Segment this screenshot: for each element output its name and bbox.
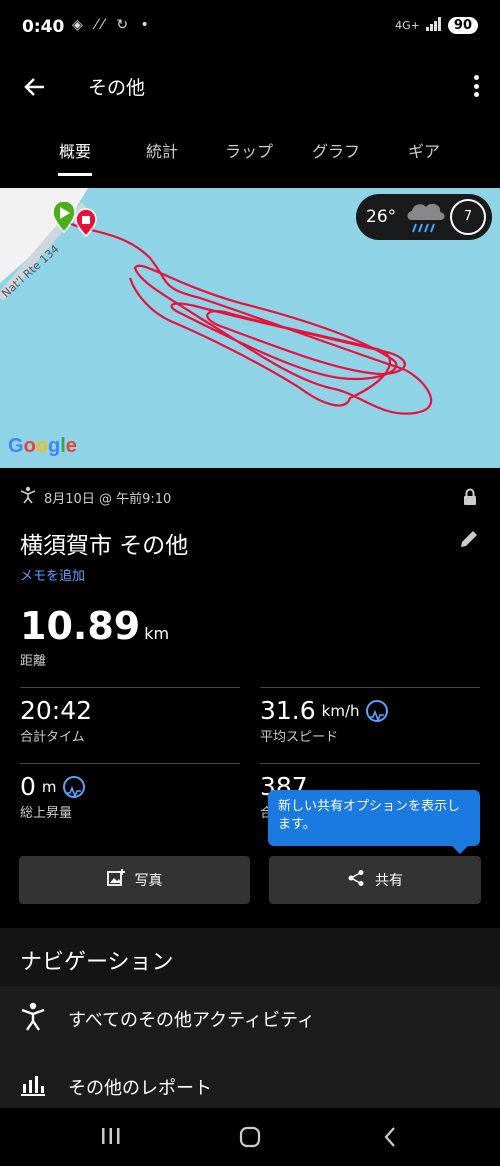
nav-item-label: すべてのその他アクティビティ: [68, 1010, 315, 1031]
share-tooltip[interactable]: 新しい共有オプションを表示します。: [268, 790, 480, 854]
back-icon[interactable]: [380, 1126, 402, 1152]
activity-figure-icon: [20, 486, 36, 508]
add-photo-icon: [106, 869, 125, 891]
add-memo-link[interactable]: メモを追加: [20, 565, 85, 584]
status-time: 0:40: [22, 17, 65, 37]
stat-value: 20:42: [20, 696, 93, 725]
stat-total-ascent: 0m 総上昇量: [20, 763, 240, 821]
photo-button[interactable]: 写真: [19, 856, 250, 904]
share-label: 共有: [375, 873, 403, 889]
weather-temp: 26°: [366, 207, 397, 227]
system-nav-bar: [0, 1108, 500, 1166]
share-button[interactable]: 共有: [269, 856, 481, 904]
stat-value: 0: [20, 772, 36, 801]
pulse-info-icon[interactable]: [365, 699, 388, 722]
bar-chart-icon: [20, 1074, 46, 1101]
stat-label: 合計タイム: [20, 730, 85, 745]
lock-icon[interactable]: [462, 488, 478, 510]
nav-item-all-activities[interactable]: すべてのその他アクティビティ: [0, 988, 500, 1050]
status-right: 4G+ 90: [395, 17, 478, 34]
tab-gear[interactable]: ギア: [386, 126, 462, 162]
distance-value: 10.89: [20, 604, 141, 648]
stat-total-time: 20:42 合計タイム: [20, 687, 240, 745]
photo-label: 写真: [134, 873, 163, 889]
navigation-header: ナビゲーション: [0, 928, 500, 986]
share-icon: [347, 869, 365, 891]
network-icon: 4G+: [395, 19, 420, 32]
status-bar: 0:40 ◈ ⁄⁄ ↻ • 4G+ 90: [0, 0, 500, 56]
tab-graphs[interactable]: グラフ: [298, 126, 374, 162]
activity-title: 横須賀市 その他: [20, 533, 189, 559]
stat-unit: km/h: [321, 701, 360, 720]
tab-bar: 概要 統計 ラップ グラフ ギア: [0, 126, 500, 178]
pulse-info-icon[interactable]: [62, 775, 85, 798]
recent-apps-icon[interactable]: [100, 1126, 122, 1150]
stat-avg-speed: 31.6 km/h 平均スピード: [260, 687, 480, 745]
stat-label: 総上昇量: [20, 806, 73, 821]
stat-unit: m: [41, 777, 57, 796]
home-icon[interactable]: [239, 1126, 261, 1152]
wind-compass-icon: 7: [450, 199, 486, 235]
activity-figure-icon: [20, 1002, 46, 1037]
page-title: その他: [88, 77, 146, 99]
more-options-icon[interactable]: [470, 72, 482, 100]
signal-icon: [425, 17, 442, 34]
navigation-section: ナビゲーション すべてのその他アクティビティ その他のレポート: [0, 928, 500, 1118]
weather-widget: 26° 7: [356, 194, 492, 240]
tab-stats[interactable]: 統計: [124, 126, 200, 162]
activity-date: 8月10日 @ 午前9:10: [44, 491, 172, 507]
route-map[interactable]: Nat'l Rte 134 26° 7 Google: [0, 188, 500, 468]
distance-label: 距離: [20, 654, 47, 669]
battery-icon: 90: [447, 17, 478, 34]
notification-icons: ◈ ⁄⁄ ↻ •: [72, 17, 153, 33]
wind-speed: 7: [463, 209, 473, 224]
distance-block: 10.89 km 距離: [20, 604, 169, 669]
google-logo: Google: [8, 435, 77, 457]
stat-value: 31.6: [260, 696, 316, 725]
edit-pencil-icon[interactable]: [458, 528, 480, 554]
app-bar: その他: [0, 56, 500, 116]
distance-unit: km: [144, 624, 170, 643]
activity-meta: 8月10日 @ 午前9:10: [20, 486, 171, 508]
back-arrow-icon[interactable]: [20, 72, 50, 102]
stat-label: 平均スピード: [260, 730, 339, 745]
tab-laps[interactable]: ラップ: [211, 126, 287, 162]
nav-item-label: その他のレポート: [68, 1078, 212, 1099]
